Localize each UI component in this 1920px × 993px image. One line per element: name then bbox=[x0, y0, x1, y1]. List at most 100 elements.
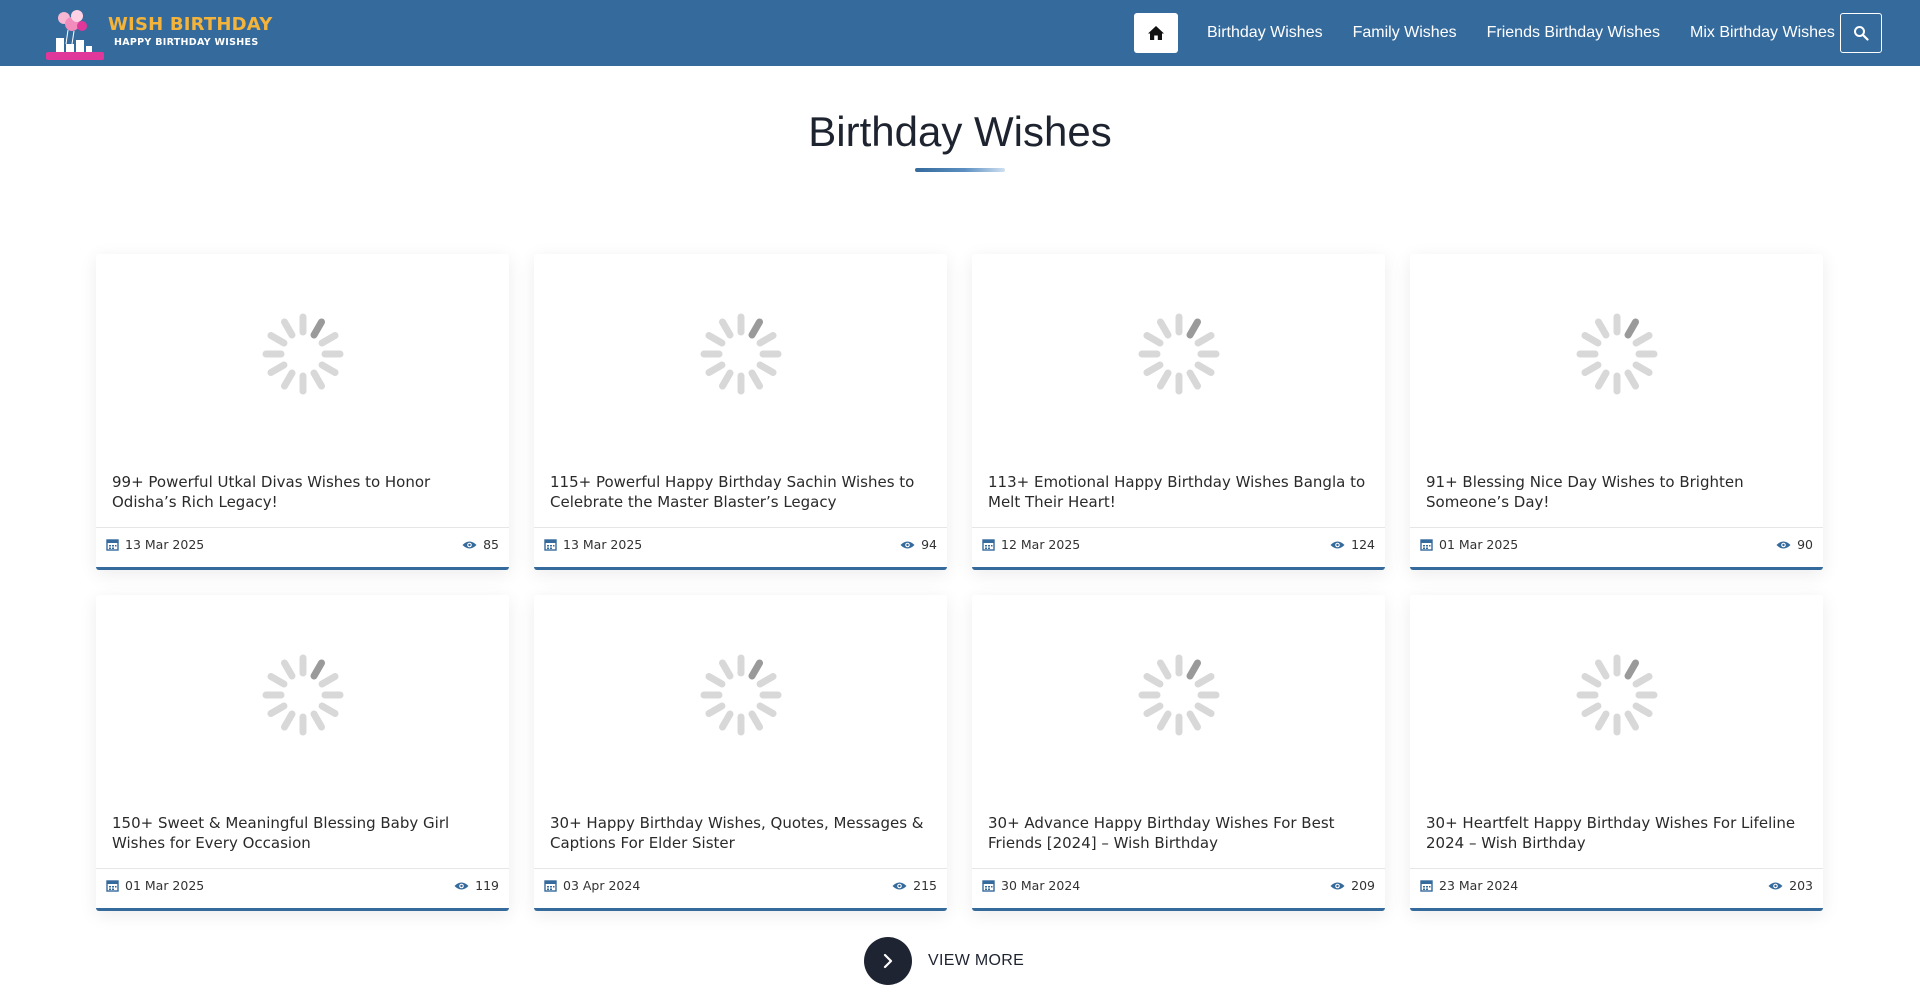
spinner-spoke bbox=[1632, 361, 1653, 376]
post-card[interactable]: 115+ Powerful Happy Birthday Sachin Wish… bbox=[534, 254, 947, 570]
card-divider bbox=[972, 527, 1385, 528]
card-date-text: 01 Mar 2025 bbox=[125, 878, 205, 893]
card-date-text: 12 Mar 2025 bbox=[1001, 537, 1081, 552]
card-views: 119 bbox=[454, 878, 499, 893]
post-card[interactable]: 113+ Emotional Happy Birthday Wishes Ban… bbox=[972, 254, 1385, 570]
card-title[interactable]: 30+ Advance Happy Birthday Wishes For Be… bbox=[988, 813, 1372, 853]
card-divider bbox=[1410, 868, 1823, 869]
spinner-spoke bbox=[748, 659, 763, 680]
spinner-spoke bbox=[1594, 710, 1609, 731]
card-views-text: 90 bbox=[1797, 537, 1813, 552]
post-card[interactable]: 30+ Happy Birthday Wishes, Quotes, Messa… bbox=[534, 595, 947, 911]
spinner-spoke bbox=[1156, 369, 1171, 390]
spinner-spoke bbox=[1580, 702, 1601, 717]
posts-grid: 99+ Powerful Utkal Divas Wishes to Honor… bbox=[96, 254, 1824, 912]
card-title[interactable]: 150+ Sweet & Meaningful Blessing Baby Gi… bbox=[112, 813, 496, 853]
loading-spinner-icon bbox=[1138, 654, 1219, 736]
card-divider bbox=[972, 868, 1385, 869]
card-views: 94 bbox=[900, 537, 937, 552]
nav-mix-birthday-wishes[interactable]: Mix Birthday Wishes bbox=[1675, 24, 1850, 42]
spinner-spoke bbox=[1594, 659, 1609, 680]
spinner-spoke bbox=[1142, 332, 1163, 347]
spinner-spoke bbox=[718, 659, 733, 680]
card-title[interactable]: 115+ Powerful Happy Birthday Sachin Wish… bbox=[550, 472, 934, 512]
loading-spinner-icon bbox=[262, 654, 343, 736]
nav-friends-birthday-wishes[interactable]: Friends Birthday Wishes bbox=[1472, 24, 1675, 42]
spinner-spoke bbox=[748, 369, 763, 390]
card-divider bbox=[534, 868, 947, 869]
spinner-spoke bbox=[1186, 659, 1201, 680]
card-date: 13 Mar 2025 bbox=[544, 537, 642, 552]
view-more-circle[interactable] bbox=[864, 937, 912, 985]
view-more-button[interactable]: VIEW MORE bbox=[864, 937, 1024, 985]
card-date-text: 13 Mar 2025 bbox=[563, 537, 643, 552]
post-card[interactable]: 30+ Heartfelt Happy Birthday Wishes For … bbox=[1410, 595, 1823, 911]
card-date: 01 Mar 2025 bbox=[1420, 537, 1518, 552]
chevron-right-icon bbox=[883, 953, 893, 969]
calendar-icon bbox=[544, 880, 557, 892]
main-nav: Birthday Wishes Family Wishes Friends Bi… bbox=[1134, 13, 1850, 53]
home-button[interactable] bbox=[1134, 13, 1178, 53]
spinner-spoke bbox=[756, 673, 777, 688]
card-date-text: 01 Mar 2025 bbox=[1439, 537, 1519, 552]
eye-icon bbox=[892, 882, 907, 889]
loading-spinner-icon bbox=[1576, 654, 1657, 736]
logo-subtitle: HAPPY BIRTHDAY WISHES bbox=[114, 37, 259, 48]
spinner-spoke bbox=[280, 318, 295, 339]
eye-icon bbox=[454, 882, 469, 889]
spinner-spoke bbox=[704, 361, 725, 376]
spinner-spoke bbox=[266, 673, 287, 688]
post-card[interactable]: 91+ Blessing Nice Day Wishes to Brighten… bbox=[1410, 254, 1823, 570]
spinner-spoke bbox=[1186, 710, 1201, 731]
site-logo[interactable]: WISH BIRTHDAY HAPPY BIRTHDAY WISHES bbox=[44, 8, 272, 60]
post-card[interactable]: 150+ Sweet & Meaningful Blessing Baby Gi… bbox=[96, 595, 509, 911]
card-divider bbox=[534, 527, 947, 528]
spinner-spoke bbox=[310, 710, 325, 731]
card-date-text: 13 Mar 2025 bbox=[125, 537, 205, 552]
spinner-spoke bbox=[1632, 673, 1653, 688]
spinner-spoke bbox=[1194, 702, 1215, 717]
card-divider bbox=[1410, 527, 1823, 528]
spinner-spoke bbox=[718, 318, 733, 339]
card-title[interactable]: 30+ Heartfelt Happy Birthday Wishes For … bbox=[1426, 813, 1810, 853]
post-card[interactable]: 99+ Powerful Utkal Divas Wishes to Honor… bbox=[96, 254, 509, 570]
spinner-spoke bbox=[1156, 710, 1171, 731]
nav-birthday-wishes[interactable]: Birthday Wishes bbox=[1192, 24, 1338, 42]
card-image-loading bbox=[1410, 595, 1823, 795]
spinner-spoke bbox=[748, 710, 763, 731]
eye-icon bbox=[462, 541, 477, 548]
card-title[interactable]: 91+ Blessing Nice Day Wishes to Brighten… bbox=[1426, 472, 1810, 512]
spinner-spoke bbox=[1594, 318, 1609, 339]
spinner-spoke bbox=[1156, 318, 1171, 339]
spinner-spoke bbox=[318, 361, 339, 376]
spinner-spoke bbox=[310, 318, 325, 339]
spinner-spoke bbox=[1194, 361, 1215, 376]
spinner-spoke bbox=[1632, 332, 1653, 347]
spinner-spoke bbox=[1580, 673, 1601, 688]
home-icon bbox=[1148, 26, 1164, 40]
spinner-spoke bbox=[756, 361, 777, 376]
search-button[interactable] bbox=[1840, 13, 1882, 53]
search-icon bbox=[1854, 26, 1869, 41]
calendar-icon bbox=[106, 539, 119, 551]
spinner-spoke bbox=[266, 332, 287, 347]
post-card[interactable]: 30+ Advance Happy Birthday Wishes For Be… bbox=[972, 595, 1385, 911]
spinner-spoke bbox=[280, 710, 295, 731]
spinner-spoke bbox=[1142, 702, 1163, 717]
card-views-text: 215 bbox=[913, 878, 937, 893]
card-divider bbox=[96, 868, 509, 869]
spinner-spoke bbox=[1580, 361, 1601, 376]
spinner-spoke bbox=[1142, 361, 1163, 376]
card-views-text: 94 bbox=[921, 537, 937, 552]
spinner-spoke bbox=[266, 361, 287, 376]
spinner-spoke bbox=[718, 710, 733, 731]
spinner-spoke bbox=[1156, 659, 1171, 680]
calendar-icon bbox=[1420, 880, 1433, 892]
loading-spinner-icon bbox=[700, 654, 781, 736]
spinner-spoke bbox=[318, 702, 339, 717]
card-image-loading bbox=[96, 254, 509, 454]
nav-family-wishes[interactable]: Family Wishes bbox=[1338, 24, 1472, 42]
card-title[interactable]: 113+ Emotional Happy Birthday Wishes Ban… bbox=[988, 472, 1372, 512]
card-title[interactable]: 99+ Powerful Utkal Divas Wishes to Honor… bbox=[112, 472, 496, 512]
card-title[interactable]: 30+ Happy Birthday Wishes, Quotes, Messa… bbox=[550, 813, 934, 853]
